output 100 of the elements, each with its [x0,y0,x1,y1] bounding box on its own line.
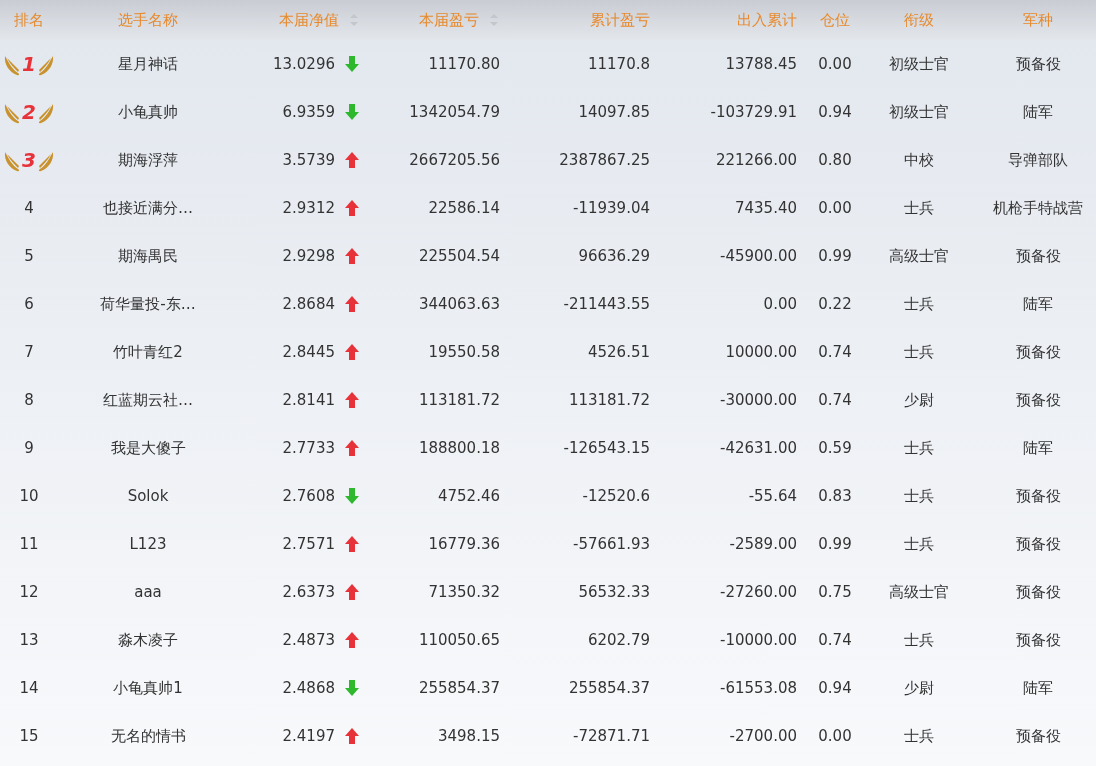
table-cell: 预备役 [1015,630,1061,650]
table-cell: 预备役 [1015,582,1061,602]
table-cell: 4526.51 [587,343,650,361]
net-value: 2.7608 [282,487,335,505]
table-cell: 陆军 [1023,438,1053,458]
rank-number: 7 [24,343,34,361]
player-name: 小龟真帅1 [113,678,183,698]
net-value: 2.9312 [282,199,335,217]
table-cell: -2700.00 [729,727,797,745]
player-name: 星月神话 [118,54,178,74]
column-header: 出入累计 [737,10,797,30]
table-cell: 士兵 [904,486,934,506]
net-value: 2.4197 [282,727,335,745]
rank-number: 3 [21,148,37,172]
rank-number: 9 [24,439,34,457]
net-value: 6.9359 [282,103,335,121]
table-cell: 96636.29 [578,247,650,265]
table-cell: 113181.72 [418,391,500,409]
rank-number: 4 [24,199,34,217]
player-name: 竹叶青红2 [113,342,183,362]
net-value: 2.4873 [282,631,335,649]
player-name: 无名的情书 [110,726,186,746]
table-cell: -12520.6 [582,487,650,505]
table-cell: 士兵 [904,438,934,458]
table-cell: 士兵 [904,630,934,650]
table-cell: 255854.37 [568,679,650,697]
table-cell: 0.22 [818,295,852,313]
rank-number: 13 [19,631,39,649]
player-name: 红蓝期云社… [103,390,193,410]
table-cell: 机枪手特战营 [993,198,1083,218]
table-cell: 0.00 [818,727,852,745]
table-cell: 高级士官 [889,246,949,266]
table-cell: 11170.80 [428,55,500,73]
table-cell: 0.00 [818,55,852,73]
table-cell: 0.74 [818,631,852,649]
table-cell: 2387867.25 [559,151,650,169]
table-cell: 16779.36 [428,535,500,553]
table-cell: 0.94 [818,679,852,697]
column-header: 排名 [14,10,44,30]
table-cell: 导弹部队 [1008,150,1068,170]
net-value: 2.7571 [282,535,335,553]
player-name: 小龟真帅 [118,102,178,122]
player-name: aaa [134,583,162,601]
table-cell: 3498.15 [437,727,500,745]
table-cell: 19550.58 [428,343,500,361]
table-cell: 初级士官 [889,102,949,122]
rank-number: 1 [21,52,37,76]
net-value: 2.9298 [282,247,335,265]
table-cell: 56532.33 [578,583,650,601]
table-cell: 6202.79 [587,631,650,649]
player-name: 期海浮萍 [118,150,178,170]
table-cell: 22586.14 [428,199,500,217]
table-cell: 士兵 [904,294,934,314]
table-cell: 0.99 [818,247,852,265]
table-cell: 4752.46 [437,487,500,505]
net-value: 2.8445 [282,343,335,361]
player-name: 也接近满分… [103,198,193,218]
table-cell: 225504.54 [418,247,500,265]
table-cell: 士兵 [904,726,934,746]
table-cell: 陆军 [1023,678,1053,698]
table-cell: 0.59 [818,439,852,457]
rank-number: 15 [19,727,39,745]
column-header: 累计盈亏 [590,10,650,30]
table-cell: 10000.00 [725,343,797,361]
table-cell: 188800.18 [418,439,500,457]
sort-icon[interactable] [489,13,499,27]
table-cell: 0.83 [818,487,852,505]
table-cell: 少尉 [904,390,934,410]
table-cell: -10000.00 [720,631,797,649]
table-cell: 陆军 [1023,102,1053,122]
rank-number: 10 [19,487,39,505]
table-cell: 预备役 [1015,54,1061,74]
column-header[interactable]: 本届盈亏 [419,10,479,30]
table-cell: 中校 [904,150,934,170]
table-cell: 初级士官 [889,54,949,74]
table-cell: -30000.00 [720,391,797,409]
table-cell: 预备役 [1015,342,1061,362]
table-cell: -55.64 [748,487,797,505]
table-cell: 少尉 [904,678,934,698]
table-cell: 士兵 [904,534,934,554]
table-cell: 221266.00 [715,151,797,169]
table-cell: -61553.08 [720,679,797,697]
table-cell: 0.74 [818,391,852,409]
rank-number: 2 [21,100,37,124]
column-header[interactable]: 本届净值 [279,10,339,30]
table-cell: 14097.85 [578,103,650,121]
table-cell: 0.94 [818,103,852,121]
table-cell: 71350.32 [428,583,500,601]
table-cell: 高级士官 [889,582,949,602]
table-cell: 士兵 [904,198,934,218]
table-cell: 0.00 [818,199,852,217]
table-cell: 0.74 [818,343,852,361]
sort-icon[interactable] [349,13,359,27]
table-cell: 0.00 [763,295,797,313]
table-cell: 344063.63 [418,295,500,313]
column-header: 军种 [1023,10,1053,30]
rank-number: 6 [24,295,34,313]
table-cell: -42631.00 [720,439,797,457]
table-cell: 110050.65 [418,631,500,649]
table-cell: -57661.93 [573,535,650,553]
